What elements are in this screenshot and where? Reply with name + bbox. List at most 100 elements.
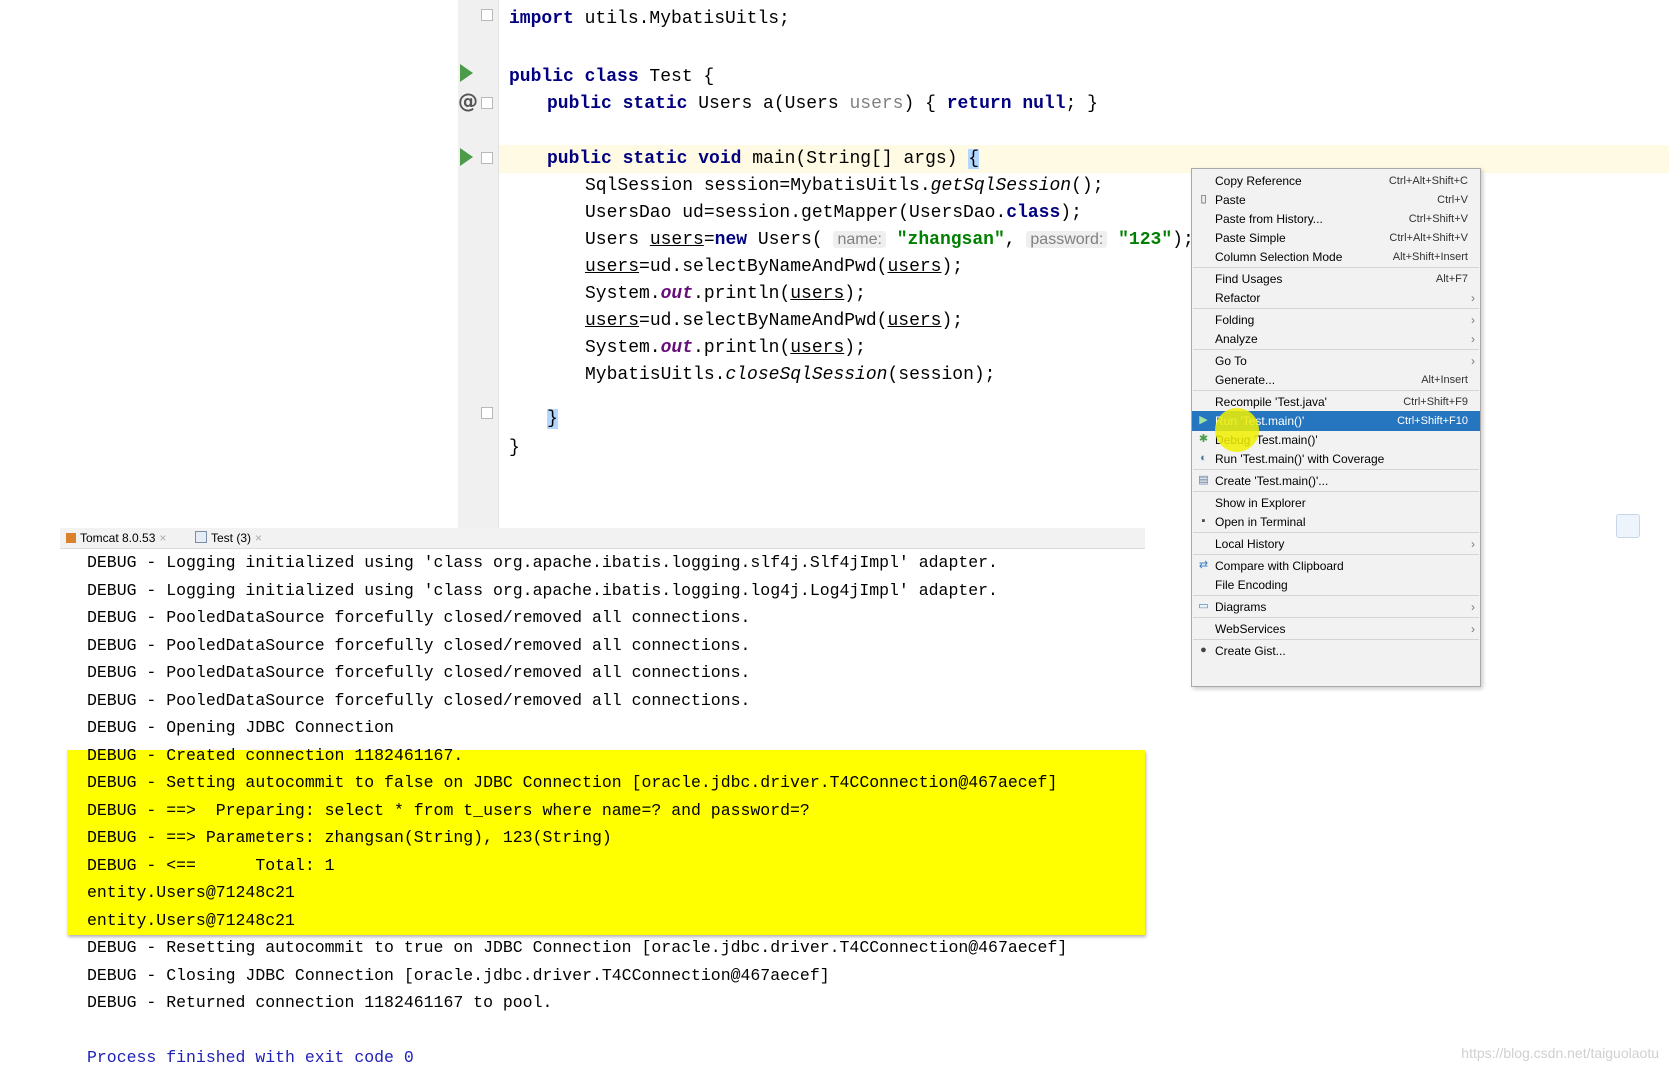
menu-item-folding[interactable]: Folding › (1192, 310, 1480, 330)
menu-item-shortcut: Alt+Insert (1421, 374, 1468, 386)
variable: users (790, 284, 845, 304)
code-text: ); (1060, 203, 1082, 223)
watermark: https://blog.csdn.net/taiguolaotu (1461, 1045, 1659, 1061)
menu-item-label: Show in Explorer (1215, 496, 1306, 510)
console-line: Process finished with exit code 0 (87, 1048, 414, 1067)
menu-item-label: Paste (1215, 193, 1246, 207)
code-text: SqlSession session=MybatisUitls. (585, 176, 931, 196)
menu-separator (1193, 349, 1479, 350)
github-icon: ● (1200, 644, 1207, 656)
menu-item-refactor[interactable]: Refactor › (1192, 288, 1480, 308)
menu-separator (1193, 308, 1479, 309)
override-at-icon[interactable]: @ (458, 89, 478, 113)
menu-item-go-to[interactable]: Go To › (1192, 351, 1480, 371)
menu-separator (1193, 390, 1479, 391)
menu-item-label: Create 'Test.main()'... (1215, 474, 1329, 488)
fold-import-icon[interactable] (481, 9, 493, 21)
run-main-icon[interactable] (460, 148, 473, 166)
menu-item-create-test-main[interactable]: ▤ Create 'Test.main()'... (1192, 471, 1480, 491)
string-literal: "zhangsan" (896, 230, 1005, 250)
menu-item-label: Find Usages (1215, 272, 1283, 286)
code-line-method-a: public static Users a(Users users) { ret… (547, 90, 1098, 118)
submenu-arrow-icon: › (1471, 600, 1475, 614)
code-line-6: users=ud.selectByNameAndPwd(users); (585, 307, 963, 335)
menu-item-show-in-explorer[interactable]: Show in Explorer (1192, 493, 1480, 513)
menu-separator (1193, 595, 1479, 596)
menu-separator (1193, 267, 1479, 268)
console-line: DEBUG - ==> Preparing: select * from t_u… (87, 800, 810, 820)
matched-brace: { (968, 149, 980, 169)
menu-item-label: Paste Simple (1215, 231, 1286, 245)
menu-item-open-in-terminal[interactable]: ▪ Open in Terminal (1192, 512, 1480, 532)
menu-item-generate[interactable]: Generate... Alt+Insert (1192, 370, 1480, 390)
menu-item-run-test-main-with-coverage[interactable]: ◐ Run 'Test.main()' with Coverage (1192, 449, 1480, 469)
fold-main-end-icon[interactable] (481, 407, 493, 419)
menu-separator (1193, 491, 1479, 492)
close-icon[interactable]: × (159, 531, 166, 545)
keyword: public static (547, 94, 688, 114)
run-config-icon (195, 531, 207, 543)
menu-item-label: Diagrams (1215, 600, 1267, 614)
code-text: .println( (693, 284, 791, 304)
menu-separator (1193, 639, 1479, 640)
keyword: new (714, 230, 748, 250)
menu-item-diagrams[interactable]: ▭ Diagrams › (1192, 597, 1480, 617)
clipboard-icon: ▯ (1200, 193, 1207, 205)
keyword: public static void (547, 149, 742, 169)
console-line: DEBUG - PooledDataSource forcefully clos… (87, 608, 751, 627)
submenu-arrow-icon: › (1471, 537, 1475, 551)
menu-item-paste[interactable]: ▯ Paste Ctrl+V (1192, 190, 1480, 210)
variable: users (790, 338, 845, 358)
tomcat-icon (66, 533, 76, 543)
console-line: DEBUG - Created connection 1182461167. (87, 745, 464, 765)
code-text: ) (903, 94, 915, 114)
variable: users (585, 311, 640, 331)
menu-item-shortcut: Ctrl+Shift+F10 (1397, 415, 1468, 427)
code-text: { (914, 94, 936, 114)
menu-item-compare-with-clipboard[interactable]: ⇄ Compare with Clipboard (1192, 556, 1480, 576)
code-text: } (509, 438, 520, 458)
code-line-5: System.out.println(users); (585, 280, 866, 308)
fold-method-icon[interactable] (481, 97, 493, 109)
tab-tomcat[interactable]: Tomcat 8.0.53 × (66, 530, 166, 546)
tab-label: Test (3) (211, 531, 252, 545)
menu-item-shortcut: Ctrl+Alt+Shift+V (1389, 232, 1468, 244)
code-text: (); (1071, 176, 1104, 196)
code-line-close-class: } (509, 434, 520, 462)
code-text: Users (585, 230, 650, 250)
menu-item-label: Analyze (1215, 332, 1258, 346)
menu-item-column-selection-mode[interactable]: Column Selection Mode Alt+Shift+Insert (1192, 247, 1480, 267)
bug-icon: ✱ (1198, 433, 1209, 445)
menu-item-webservices[interactable]: WebServices › (1192, 619, 1480, 639)
console-line: DEBUG - Closing JDBC Connection [oracle.… (87, 965, 830, 985)
code-line-close-main: } (547, 405, 558, 433)
menu-item-analyze[interactable]: Analyze › (1192, 329, 1480, 349)
submenu-arrow-icon: › (1471, 313, 1475, 327)
menu-item-local-history[interactable]: Local History › (1192, 534, 1480, 554)
menu-item-label: Compare with Clipboard (1215, 559, 1344, 573)
menu-item-create-gist[interactable]: ● Create Gist... (1192, 641, 1480, 661)
code-line-7: System.out.println(users); (585, 334, 866, 362)
keyword: return null (935, 94, 1066, 114)
menu-item-copy-reference[interactable]: Copy Reference Ctrl+Alt+Shift+C (1192, 171, 1480, 191)
code-text: =ud.selectByNameAndPwd( (639, 311, 888, 331)
menu-item-paste-from-history[interactable]: Paste from History... Ctrl+Shift+V (1192, 209, 1480, 229)
fold-main-icon[interactable] (481, 152, 493, 164)
menu-item-shortcut: Ctrl+V (1437, 194, 1468, 206)
code-text: System. (585, 284, 661, 304)
code-editor[interactable]: import utils.MybatisUitls; public class … (499, 0, 1669, 530)
close-icon[interactable]: × (255, 531, 262, 545)
menu-item-file-encoding[interactable]: File Encoding (1192, 575, 1480, 595)
tab-test[interactable]: Test (3) × (195, 530, 262, 546)
menu-item-find-usages[interactable]: Find Usages Alt+F7 (1192, 269, 1480, 289)
menu-item-shortcut: Alt+F7 (1435, 273, 1468, 285)
side-panel-button[interactable] (1616, 514, 1640, 538)
menu-separator (1193, 617, 1479, 618)
code-text: main(String[] args) (741, 149, 969, 169)
console-output[interactable]: DEBUG - Logging initialized using 'class… (60, 549, 1145, 1085)
menu-item-label: Column Selection Mode (1215, 250, 1343, 264)
run-icon: ▶ (1199, 414, 1208, 426)
menu-item-paste-simple[interactable]: Paste Simple Ctrl+Alt+Shift+V (1192, 228, 1480, 248)
run-class-icon[interactable] (460, 64, 473, 82)
console-line: entity.Users@71248c21 (87, 883, 295, 902)
